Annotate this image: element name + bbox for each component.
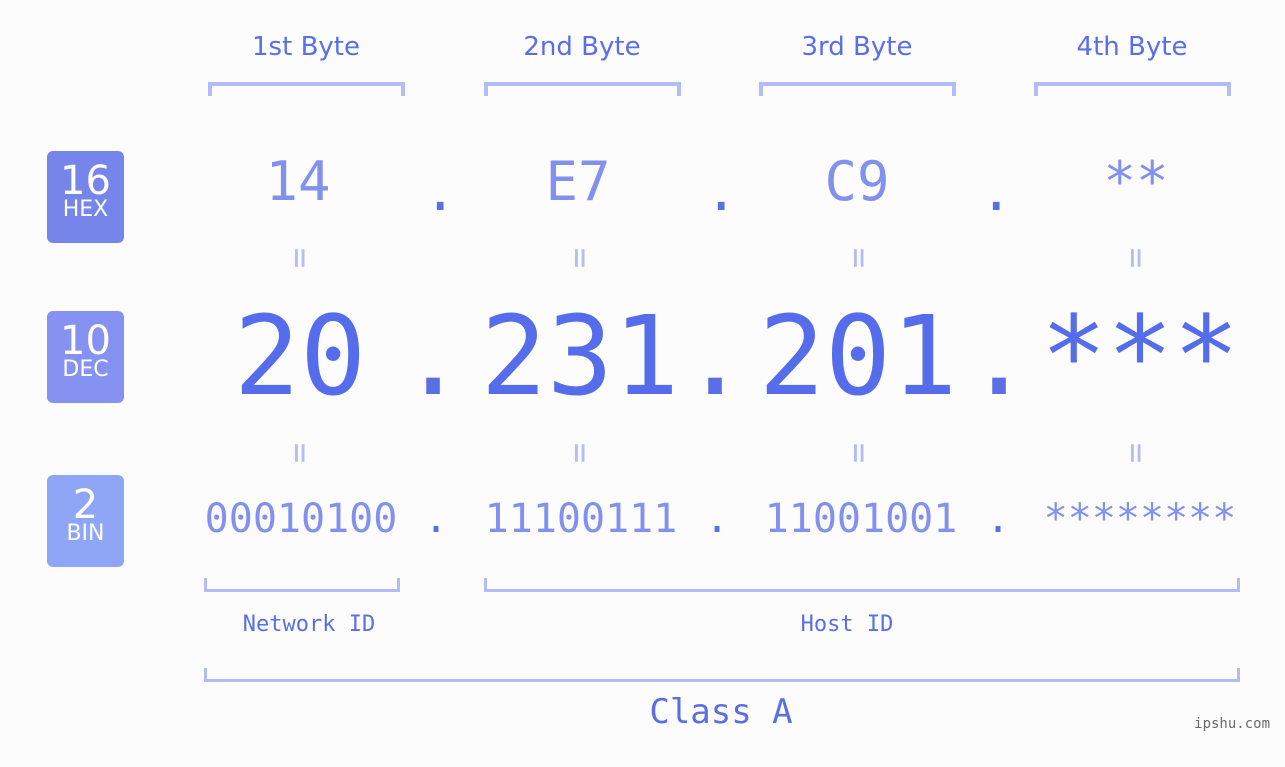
bin-byte-4: ******** xyxy=(1043,496,1237,542)
bin-badge-label: BIN xyxy=(66,521,105,546)
byte-label-2: 2nd Byte xyxy=(523,32,641,62)
network-id-bracket xyxy=(204,578,400,592)
byte-bracket-3 xyxy=(759,82,956,96)
byte-label-3: 3rd Byte xyxy=(801,32,913,62)
equals-sign: = xyxy=(559,442,600,464)
hex-byte-4: ** xyxy=(1103,150,1169,213)
equals-sign: = xyxy=(1115,247,1156,269)
watermark: ipshu.com xyxy=(1194,716,1270,732)
class-bracket xyxy=(204,668,1240,682)
equals-sign: = xyxy=(838,442,879,464)
bin-badge-base: 2 xyxy=(72,482,99,528)
dec-byte-3: 201 xyxy=(758,292,958,420)
equals-sign: = xyxy=(559,247,600,269)
equals-sign: = xyxy=(279,247,320,269)
bin-badge: 2 BIN xyxy=(47,475,124,567)
hex-dot-1: . xyxy=(424,160,457,223)
hex-byte-1: 14 xyxy=(265,150,331,213)
hex-byte-3: C9 xyxy=(824,150,890,213)
dec-byte-4: *** xyxy=(1040,292,1240,420)
byte-bracket-4 xyxy=(1034,82,1231,96)
dec-byte-2: 231 xyxy=(480,292,680,420)
equals-sign: = xyxy=(1115,442,1156,464)
byte-bracket-2 xyxy=(484,82,681,96)
dec-badge-label: DEC xyxy=(62,357,109,382)
byte-label-4: 4th Byte xyxy=(1076,32,1188,62)
hex-dot-2: . xyxy=(705,160,738,223)
equals-sign: = xyxy=(838,247,879,269)
bin-dot-2: . xyxy=(705,496,730,542)
hex-badge-base: 16 xyxy=(60,158,111,204)
dec-byte-1: 20 xyxy=(233,292,367,420)
hex-byte-2: E7 xyxy=(545,150,611,213)
dec-badge-base: 10 xyxy=(60,318,111,364)
dec-badge: 10 DEC xyxy=(47,311,124,403)
bin-byte-2: 11100111 xyxy=(484,496,678,542)
host-id-bracket xyxy=(484,578,1240,592)
class-label: Class A xyxy=(649,692,793,732)
bin-byte-3: 11001001 xyxy=(764,496,958,542)
hex-badge-label: HEX xyxy=(62,197,109,222)
byte-label-1: 1st Byte xyxy=(252,32,360,62)
bin-byte-1: 00010100 xyxy=(204,496,398,542)
host-id-label: Host ID xyxy=(800,612,894,637)
network-id-label: Network ID xyxy=(242,612,376,637)
hex-dot-3: . xyxy=(980,160,1013,223)
equals-sign: = xyxy=(279,442,320,464)
bin-dot-3: . xyxy=(986,496,1011,542)
byte-bracket-1 xyxy=(208,82,405,96)
hex-badge: 16 HEX xyxy=(47,151,124,243)
bin-dot-1: . xyxy=(424,496,449,542)
